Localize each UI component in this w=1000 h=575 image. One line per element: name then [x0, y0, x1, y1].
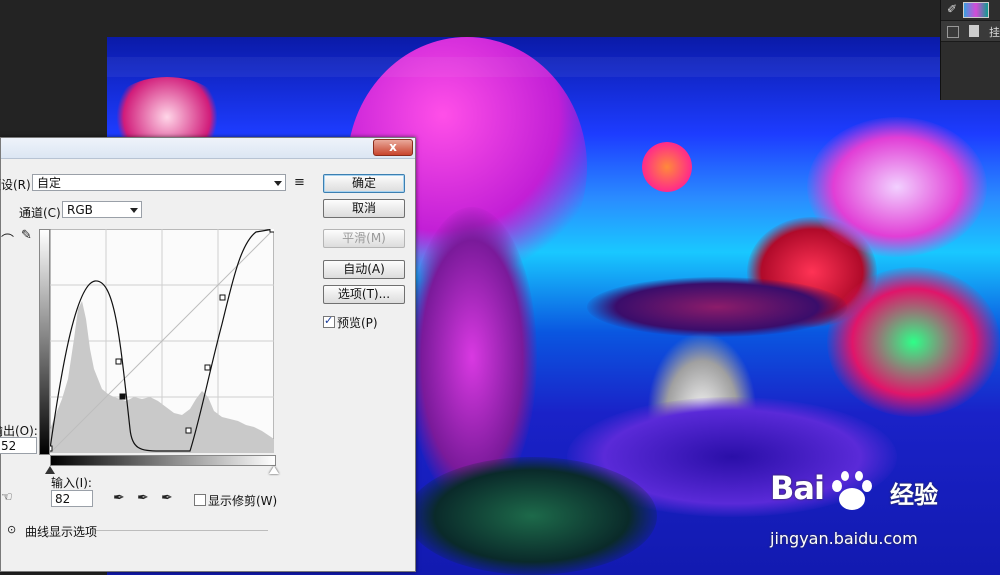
- preset-value: 自定: [37, 176, 62, 190]
- paw-logo-icon: [832, 471, 872, 510]
- curve-point: [219, 294, 226, 301]
- white-point-slider[interactable]: [269, 466, 279, 474]
- curve-point: [185, 427, 192, 434]
- channel-select[interactable]: RGB: [62, 201, 142, 218]
- curve-graph[interactable]: [50, 229, 274, 453]
- show-clipping-checkbox[interactable]: [194, 494, 206, 506]
- channel-label: 通道(C):: [19, 206, 65, 220]
- curve-display-options-label[interactable]: 曲线显示选项: [25, 523, 97, 540]
- input-label: 输入(I):: [51, 476, 92, 490]
- preview-checkbox[interactable]: [323, 314, 335, 328]
- chevron-down-icon: [274, 181, 282, 186]
- preview-label: 预览(P): [337, 316, 378, 330]
- black-point-slider[interactable]: [45, 466, 55, 474]
- eyedropper-white-icon[interactable]: ✒: [161, 490, 173, 506]
- close-button[interactable]: x: [373, 139, 413, 156]
- cancel-button[interactable]: 取消: [323, 199, 405, 218]
- curve-point: [269, 229, 274, 233]
- eyedropper-gray-icon[interactable]: ✒: [137, 490, 149, 506]
- close-icon: x: [389, 140, 397, 154]
- layer-label: 挂: [989, 26, 1000, 39]
- document-icon: [969, 25, 979, 37]
- input-gradient-bar: [50, 455, 276, 466]
- show-clipping-label: 显示修剪(W): [208, 494, 278, 508]
- pencil-icon[interactable]: ✎: [21, 228, 32, 243]
- curve-edit-icon[interactable]: ⌒: [1, 230, 14, 249]
- hand-target-icon[interactable]: ☜: [1, 490, 13, 505]
- options-separator: [96, 530, 268, 531]
- chevron-down-icon: [130, 208, 138, 213]
- preset-select[interactable]: 自定: [32, 174, 286, 191]
- auto-button[interactable]: 自动(A): [323, 260, 405, 279]
- layer-tool-icon[interactable]: ✐: [947, 2, 957, 16]
- channel-value: RGB: [67, 203, 93, 217]
- curve-point: [115, 358, 122, 365]
- watermark-brand: Bai: [770, 469, 825, 507]
- curves-dialog: x 预设(R): 自定 ≡ 通道(C): RGB 确定 取消 平滑(M) 自动(…: [0, 137, 416, 572]
- output-gradient-bar: [39, 229, 50, 455]
- watermark-url: jingyan.baidu.com: [770, 529, 918, 548]
- expand-chevron-icon[interactable]: ⊙: [7, 523, 16, 536]
- options-button[interactable]: 选项(T)...: [323, 285, 405, 304]
- watermark-brand-suffix: 经验: [890, 481, 938, 509]
- preset-menu-icon[interactable]: ≡: [294, 175, 305, 190]
- layers-panel: ✐ 挂: [940, 0, 1000, 100]
- output-field[interactable]: 52: [0, 437, 37, 454]
- ok-button[interactable]: 确定: [323, 174, 405, 193]
- smooth-button[interactable]: 平滑(M): [323, 229, 405, 248]
- dialog-titlebar[interactable]: x: [1, 138, 415, 159]
- layer-row[interactable]: 挂: [941, 20, 1000, 42]
- baidu-jingyan-watermark: Bai 经验 jingyan.baidu.com: [770, 467, 985, 557]
- preset-label: 预设(R):: [0, 178, 35, 192]
- curve-point: [50, 445, 53, 452]
- input-field[interactable]: 82: [51, 490, 93, 507]
- curve-point: [204, 364, 211, 371]
- curve-point: [119, 393, 126, 400]
- eyedropper-black-icon[interactable]: ✒: [113, 490, 125, 506]
- layer-visibility-checkbox[interactable]: [947, 26, 959, 38]
- layer-thumbnail[interactable]: [963, 2, 989, 18]
